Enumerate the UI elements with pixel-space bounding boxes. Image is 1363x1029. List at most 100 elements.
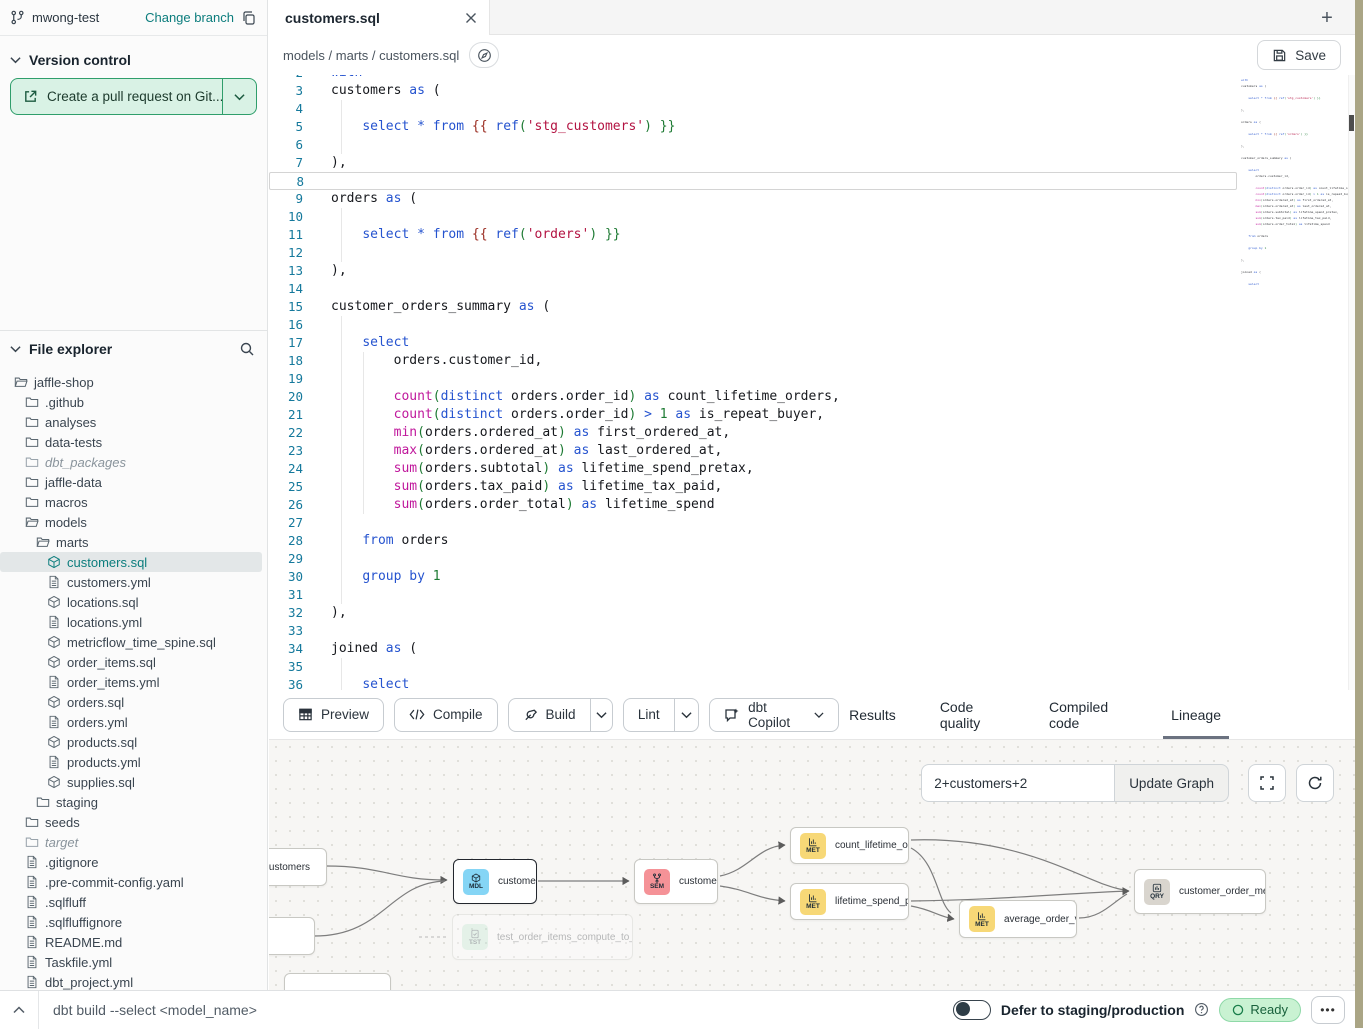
file-item-orders-yml[interactable]: orders.yml	[0, 712, 268, 732]
create-pr-button[interactable]: Create a pull request on Git...	[10, 78, 257, 115]
code-line-26: 26 sum(orders.order_total) as lifetime_s…	[269, 496, 1237, 514]
update-graph-button[interactable]: Update Graph	[1114, 764, 1229, 802]
file-item-orders-sql[interactable]: orders.sql	[0, 692, 268, 712]
code-line-29: 29	[269, 550, 1237, 568]
file-item-order-items-sql[interactable]: order_items.sql	[0, 652, 268, 672]
more-options-button[interactable]: •••	[1311, 996, 1345, 1024]
code-line-5: 5 select * from {{ ref('stg_customers') …	[269, 118, 1237, 136]
file-item--pre-commit-config-yaml[interactable]: .pre-commit-config.yaml	[0, 872, 268, 892]
preview-button[interactable]: Preview	[283, 698, 384, 732]
file-item-label: .sqlfluffignore	[45, 915, 122, 930]
file-item-order-items-yml[interactable]: order_items.yml	[0, 672, 268, 692]
external-link-icon	[23, 89, 38, 104]
refresh-button[interactable]	[1296, 764, 1334, 802]
file-search-icon[interactable]	[239, 341, 255, 357]
file-item-target[interactable]: target	[0, 832, 268, 852]
file-item-label: data-tests	[45, 435, 102, 450]
met-badge: MET	[800, 889, 826, 915]
code-line-27: 27	[269, 514, 1237, 532]
lineage-node-average-order-value[interactable]: METaverage_order_value	[959, 900, 1077, 938]
defer-toggle[interactable]	[953, 1000, 991, 1020]
file-item-taskfile-yml[interactable]: Taskfile.yml	[0, 952, 268, 972]
file-item-locations-sql[interactable]: locations.sql	[0, 592, 268, 612]
compile-label: Compile	[433, 707, 483, 722]
file-item--gitignore[interactable]: .gitignore	[0, 852, 268, 872]
lineage-node-lifetime-spend-pretax[interactable]: METlifetime_spend_pretax	[790, 883, 909, 920]
build-label: Build	[546, 707, 576, 722]
file-item-analyses[interactable]: analyses	[0, 412, 268, 432]
file-item-customers-sql[interactable]: customers.sql	[0, 552, 262, 572]
file-item-seeds[interactable]: seeds	[0, 812, 268, 832]
file-item--sqlfluffignore[interactable]: .sqlfluffignore	[0, 912, 268, 932]
file-item-label: dbt_project.yml	[45, 975, 133, 990]
code-line-24: 24 sum(orders.subtotal) as lifetime_spen…	[269, 460, 1237, 478]
file-item-staging[interactable]: staging	[0, 792, 268, 812]
file-item-label: orders.sql	[67, 695, 124, 710]
editor-scrollbar[interactable]	[1348, 75, 1355, 690]
copy-branch-icon[interactable]	[241, 10, 257, 26]
file-item-locations-yml[interactable]: locations.yml	[0, 612, 268, 632]
new-tab-button[interactable]: +	[1313, 4, 1341, 32]
lineage-selector-input[interactable]	[921, 764, 1114, 802]
tab-close-icon[interactable]	[465, 12, 477, 24]
save-button[interactable]: Save	[1257, 40, 1341, 70]
file-explorer-collapse-icon[interactable]	[10, 345, 21, 353]
folder-icon	[25, 395, 39, 409]
tab-lineage[interactable]: Lineage	[1171, 690, 1221, 739]
tab-code-quality[interactable]: Code quality	[940, 690, 1005, 739]
status-badge[interactable]: Ready	[1219, 998, 1301, 1022]
lint-button[interactable]: Lint	[624, 699, 674, 731]
lineage-node-partial[interactable]	[284, 973, 391, 990]
help-icon[interactable]	[1194, 1002, 1209, 1017]
file-item-dbt-project-yml[interactable]: dbt_project.yml	[0, 972, 268, 990]
lineage-node-test-order-items-compute-to-bools-[interactable]: TSTtest_order_items_compute_to_bools...	[452, 914, 633, 960]
file-item-metricflow-time-spine-sql[interactable]: metricflow_time_spine.sql	[0, 632, 268, 652]
desktop-background-strip	[1355, 0, 1363, 1028]
file-item-label: orders.yml	[67, 715, 128, 730]
lineage-node-stg-customers[interactable]: stg_customers	[269, 848, 327, 886]
command-input[interactable]: dbt build --select <model_name>	[39, 1002, 953, 1018]
code-editor[interactable]: 2with3customers as (45 select * from {{ …	[269, 75, 1355, 690]
dbt-copilot-button[interactable]: dbt Copilot	[709, 698, 839, 732]
code-line-7: 7),	[269, 154, 1237, 172]
file-item-products-yml[interactable]: products.yml	[0, 752, 268, 772]
file-item-products-sql[interactable]: products.sql	[0, 732, 268, 752]
editor-minimap[interactable]: withcustomers as ( select * from {{ ref(…	[1241, 77, 1345, 287]
file-item-jaffle-data[interactable]: jaffle-data	[0, 472, 268, 492]
build-button[interactable]: Build	[509, 699, 590, 731]
tab-results[interactable]: Results	[849, 690, 896, 739]
tab-title: customers.sql	[285, 10, 457, 26]
compile-button[interactable]: Compile	[394, 698, 498, 732]
expand-console-button[interactable]	[0, 1006, 38, 1014]
change-branch-link[interactable]: Change branch	[145, 10, 234, 25]
file-item-supplies-sql[interactable]: supplies.sql	[0, 772, 268, 792]
model-icon	[47, 635, 61, 649]
doc-icon	[25, 895, 39, 909]
fullscreen-button[interactable]	[1248, 764, 1286, 802]
file-item-macros[interactable]: macros	[0, 492, 268, 512]
lineage-node-customers[interactable]: SEMcustomers	[634, 859, 718, 904]
build-caret[interactable]	[590, 699, 612, 731]
file-item--github[interactable]: .github	[0, 392, 268, 412]
file-item--sqlfluff[interactable]: .sqlfluff	[0, 892, 268, 912]
lineage-node-customers[interactable]: MDLcustomers	[453, 859, 537, 904]
tab-compiled-code[interactable]: Compiled code	[1049, 690, 1127, 739]
lineage-node-orders[interactable]: orders	[269, 917, 315, 955]
code-line-31: 31	[269, 586, 1237, 604]
file-item-customers-yml[interactable]: customers.yml	[0, 572, 268, 592]
tab-customers-sql[interactable]: customers.sql	[269, 0, 490, 35]
lineage-node-customer-order-metrics[interactable]: QRYcustomer_order_metrics	[1134, 869, 1266, 914]
file-item-readme-md[interactable]: README.md	[0, 932, 268, 952]
file-item-dbt-packages[interactable]: dbt_packages	[0, 452, 268, 472]
create-pr-caret[interactable]	[222, 79, 256, 114]
lint-caret[interactable]	[674, 699, 698, 731]
docs-compass-button[interactable]	[469, 42, 499, 68]
file-item-jaffle-shop[interactable]: jaffle-shop	[0, 372, 268, 392]
file-item-label: seeds	[45, 815, 80, 830]
file-item-models[interactable]: models	[0, 512, 268, 532]
file-item-data-tests[interactable]: data-tests	[0, 432, 268, 452]
lineage-node-count-lifetime-orders[interactable]: METcount_lifetime_orders	[790, 827, 909, 864]
version-control-header[interactable]: Version control	[10, 46, 257, 78]
file-item-marts[interactable]: marts	[0, 532, 268, 552]
file-item-label: .github	[45, 395, 84, 410]
